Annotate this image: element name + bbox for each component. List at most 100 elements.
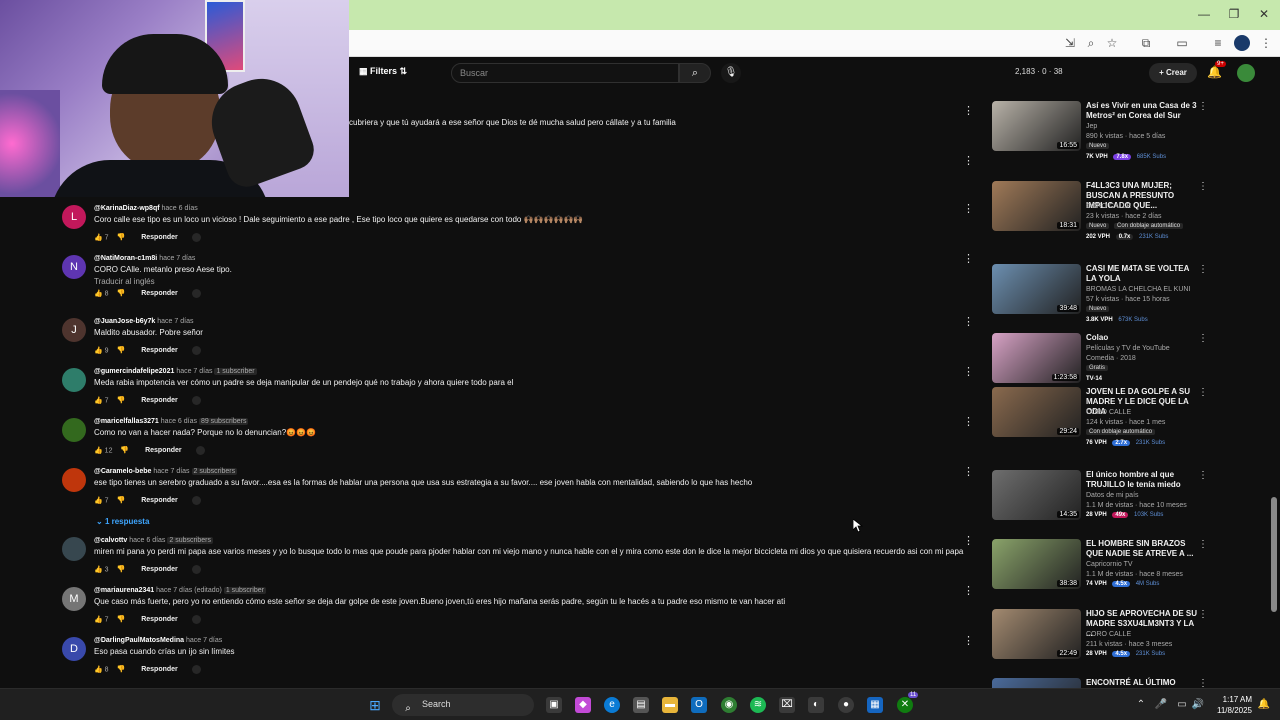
video-title[interactable]: El único hombre al que TRUJILLO le tenía… — [1086, 470, 1198, 490]
dislike-icon[interactable]: 👎 — [117, 616, 126, 623]
commenter-avatar[interactable]: N — [62, 255, 86, 279]
like-icon[interactable]: 👍 — [94, 447, 103, 454]
windows-start-icon[interactable]: ⊞ — [367, 697, 383, 713]
dislike-icon[interactable]: 👎 — [117, 347, 126, 354]
profile-avatar[interactable] — [1234, 35, 1250, 51]
translate-link[interactable]: Traducir al inglés — [94, 277, 155, 286]
video-menu-icon[interactable]: ⋮ — [1198, 470, 1208, 481]
video-channel[interactable]: BROMAS LA CHELCHA EL KUNI — [1086, 286, 1190, 293]
video-menu-icon[interactable]: ⋮ — [1198, 101, 1208, 112]
zoom-icon[interactable]: ⌕ — [1083, 35, 1099, 51]
creator-heart-icon[interactable] — [195, 446, 205, 455]
restore-button[interactable]: ❐ — [1224, 6, 1244, 22]
comment-author[interactable]: @Caramelo-bebe — [94, 468, 151, 475]
video-thumbnail[interactable]: 18:31 — [992, 181, 1081, 231]
creator-heart-icon[interactable] — [191, 565, 201, 574]
reply-button[interactable]: Responder — [141, 666, 178, 673]
video-channel[interactable]: Capricornio TV — [1086, 561, 1133, 568]
video-menu-icon[interactable]: ⋮ — [1198, 609, 1208, 620]
reply-button[interactable]: Responder — [141, 497, 178, 504]
dislike-icon[interactable]: 👎 — [117, 290, 126, 297]
video-thumbnail[interactable]: 1:23:58 — [992, 333, 1081, 383]
minimize-button[interactable]: — — [1194, 6, 1214, 22]
dislike-icon[interactable]: 👎 — [117, 497, 126, 504]
account-avatar[interactable] — [1237, 64, 1255, 82]
volume-icon[interactable]: 🔊 — [1190, 697, 1206, 713]
bookmark-star-icon[interactable]: ☆ — [1104, 35, 1120, 51]
video-title[interactable]: Colao — [1086, 333, 1198, 343]
comment-author[interactable]: @gumercindafelipe2021 — [94, 368, 174, 375]
comment-menu-icon[interactable]: ⋮ — [963, 534, 974, 547]
reply-button[interactable]: Responder — [141, 347, 178, 354]
install-icon[interactable]: ⇲ — [1062, 35, 1078, 51]
comment-menu-icon[interactable]: ⋮ — [963, 634, 974, 647]
video-menu-icon[interactable]: ⋮ — [1198, 264, 1208, 275]
reply-button[interactable]: Responder — [141, 290, 178, 297]
create-button[interactable]: + Crear — [1149, 63, 1197, 83]
store-icon[interactable]: ▤ — [633, 697, 649, 713]
video-menu-icon[interactable]: ⋮ — [1198, 387, 1208, 398]
comment-menu-icon[interactable]: ⋮ — [963, 315, 974, 328]
video-thumbnail[interactable]: 22:49 — [992, 609, 1081, 659]
xbox-icon[interactable]: ✕ — [897, 697, 913, 713]
commenter-avatar[interactable] — [62, 418, 86, 442]
comment-author[interactable]: @DarlingPaulMatosMedina — [94, 637, 184, 644]
creator-heart-icon[interactable] — [191, 615, 201, 624]
dislike-icon[interactable]: 👎 — [117, 234, 126, 241]
video-thumbnail[interactable]: 39:48 — [992, 264, 1081, 314]
comment-time[interactable]: hace 7 días — [186, 637, 222, 644]
commenter-avatar[interactable] — [62, 537, 86, 561]
video-title[interactable]: Así es Vivir en una Casa de 3 Metros² en… — [1086, 101, 1198, 121]
clock[interactable]: 1:17 AM 11/8/2025 — [1212, 694, 1252, 716]
network-icon[interactable]: ▭ — [1174, 697, 1190, 713]
comment-time[interactable]: hace 7 días — [157, 318, 193, 325]
reply-button[interactable]: Responder — [145, 447, 182, 454]
reply-button[interactable]: Responder — [141, 234, 178, 241]
like-icon[interactable]: 👍 — [94, 616, 103, 623]
page-scrollbar[interactable] — [1271, 497, 1277, 612]
edge-icon[interactable]: e — [604, 697, 620, 713]
view-replies-button[interactable]: ⌄ 1 respuesta — [96, 517, 149, 526]
comment-menu-icon[interactable]: ⋮ — [963, 584, 974, 597]
reply-button[interactable]: Responder — [141, 397, 178, 404]
notifications-bell-icon[interactable]: 🔔 — [1207, 65, 1222, 79]
creator-heart-icon[interactable] — [191, 289, 201, 298]
task-view-icon[interactable]: ▣ — [546, 697, 562, 713]
video-channel[interactable]: Datos de mi país — [1086, 492, 1139, 499]
spotify-icon[interactable]: ≋ — [750, 697, 766, 713]
comment-time[interactable]: hace 7 días — [153, 468, 189, 475]
filters-button[interactable]: ▦ Filters ⇅ — [359, 66, 407, 77]
video-channel[interactable]: Películas y TV de YouTube — [1086, 345, 1170, 352]
comment-menu-icon[interactable]: ⋮ — [963, 252, 974, 265]
reply-button[interactable]: Responder — [141, 616, 178, 623]
comment-time[interactable]: hace 7 días (editado) — [156, 587, 222, 594]
commenter-avatar[interactable] — [62, 368, 86, 392]
commenter-avatar[interactable] — [62, 468, 86, 492]
comment-author[interactable]: @KarinaDiaz-wp8qf — [94, 205, 160, 212]
dislike-icon[interactable]: 👎 — [117, 666, 126, 673]
creator-heart-icon[interactable] — [191, 396, 201, 405]
video-menu-icon[interactable]: ⋮ — [1198, 333, 1208, 344]
dislike-icon[interactable]: 👎 — [117, 397, 126, 404]
comment-author[interactable]: @mariaurena2341 — [94, 587, 154, 594]
browser-menu-icon[interactable]: ⋮ — [1258, 35, 1274, 51]
notification-center-icon[interactable]: 🔔 — [1256, 697, 1272, 713]
app-icon[interactable]: ▦ — [867, 697, 883, 713]
creator-heart-icon[interactable] — [191, 233, 201, 242]
comment-author[interactable]: @maricelfallas3271 — [94, 418, 159, 425]
commenter-avatar[interactable]: J — [62, 318, 86, 342]
video-channel[interactable]: CORO CALLE — [1086, 409, 1131, 416]
comment-author[interactable]: @calvottv — [94, 537, 127, 544]
comment-menu-icon[interactable]: ⋮ — [963, 415, 974, 428]
video-thumbnail[interactable]: 29:24 — [992, 387, 1081, 437]
like-icon[interactable]: 👍 — [94, 290, 103, 297]
comment-menu-icon[interactable]: ⋮ — [963, 202, 974, 215]
search-input[interactable]: Buscar — [451, 63, 679, 83]
like-icon[interactable]: 👍 — [94, 234, 103, 241]
video-thumbnail[interactable]: 14:35 — [992, 470, 1081, 520]
like-icon[interactable]: 👍 — [94, 397, 103, 404]
like-icon[interactable]: 👍 — [94, 566, 103, 573]
comment-author[interactable]: @NatiMoran-c1m8i — [94, 255, 157, 262]
commenter-avatar[interactable]: D — [62, 637, 86, 661]
extensions-icon[interactable]: ⧉ — [1138, 35, 1154, 51]
